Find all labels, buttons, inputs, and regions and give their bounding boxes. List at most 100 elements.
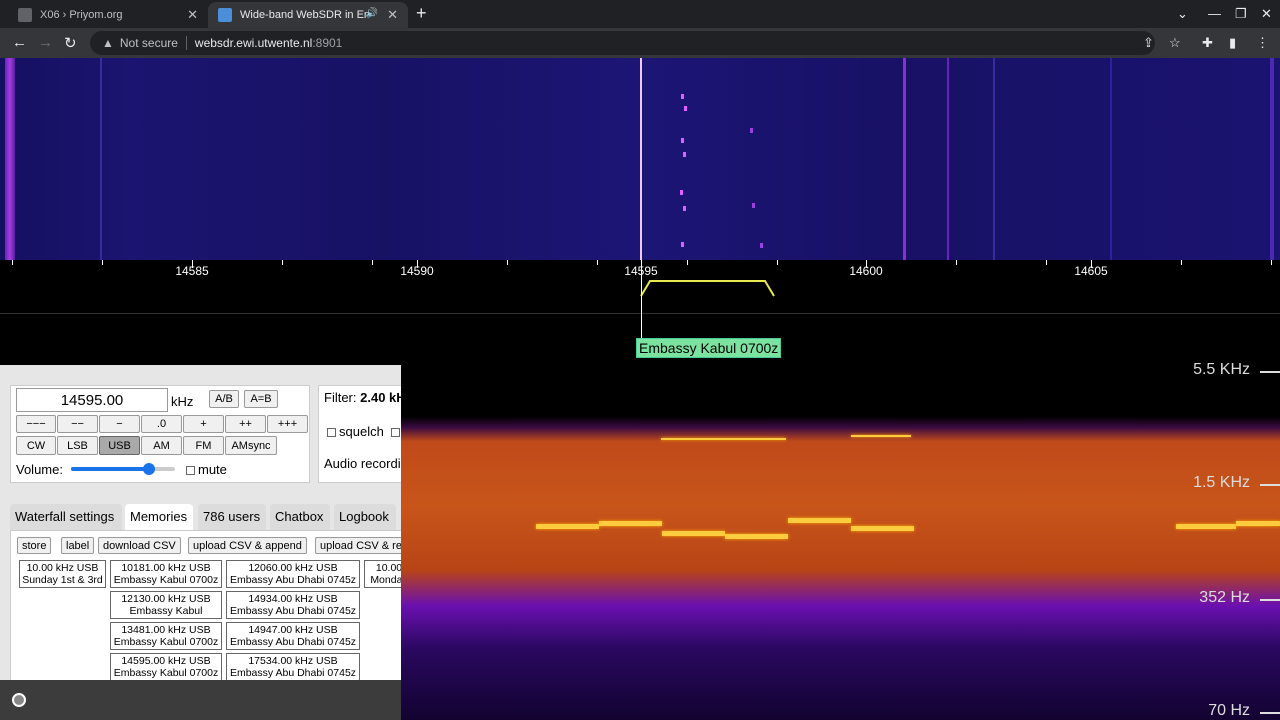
share-icon[interactable]: ⇪: [1143, 35, 1154, 51]
autonotch-checkbox[interactable]: [391, 428, 401, 438]
tab-search-chevron-icon[interactable]: ⌄: [1177, 6, 1188, 22]
step-up-1-button[interactable]: +: [183, 415, 224, 433]
scale-label: 14605: [1074, 264, 1108, 278]
step-down-3-button[interactable]: −−−: [16, 415, 56, 433]
mode-lsb-button[interactable]: LSB: [57, 436, 98, 455]
upload-csv-replace-button[interactable]: upload CSV & re: [315, 537, 401, 554]
tab-chatbox[interactable]: Chatbox: [270, 504, 330, 530]
scale-tick: [597, 260, 598, 265]
priyom-favicon-icon: [18, 8, 32, 22]
tuning-cursor[interactable]: [641, 260, 642, 340]
close-icon[interactable]: ✕: [387, 7, 398, 23]
squelch-row[interactable]: squelch: [327, 424, 401, 439]
memory-entry[interactable]: 13481.00 kHz USB Embassy Kabul 0700z: [110, 622, 222, 650]
memory-entry[interactable]: 10181.00 kHz USB Embassy Kabul 0700z: [110, 560, 222, 588]
scale-tick: [12, 260, 13, 265]
squelch-checkbox[interactable]: [327, 428, 336, 438]
passband-indicator[interactable]: [640, 278, 780, 300]
memory-entry[interactable]: 14934.00 kHz USB Embassy Abu Dhabi 0745z: [226, 591, 360, 619]
download-csv-button[interactable]: download CSV: [98, 537, 181, 554]
scale-tick: [372, 260, 373, 265]
tuned-memory-label[interactable]: Embassy Kabul 0700z: [636, 338, 782, 358]
hz-label: 352 Hz: [1199, 589, 1250, 606]
step-up-2-button[interactable]: ++: [225, 415, 266, 433]
waterfall-signal-dot: [752, 203, 755, 208]
reload-icon[interactable]: ↻: [64, 34, 77, 52]
waterfall-display[interactable]: [0, 58, 1280, 260]
waterfall-signal-dot: [681, 94, 684, 99]
waterfall-signal-dot: [750, 128, 753, 133]
waterfall-signal-dot: [681, 138, 684, 143]
url-port: :8901: [312, 36, 343, 50]
label-memory-button[interactable]: label: [61, 537, 95, 554]
back-arrow-icon[interactable]: ←: [12, 34, 27, 51]
not-secure-label: Not secure: [119, 36, 178, 50]
url-omnibox[interactable]: ▲ Not secure websdr.ewi.utwente.nl :8901: [90, 31, 1155, 55]
hz-label: 5.5 KHz: [1193, 363, 1250, 378]
memory-entry[interactable]: 14947.00 kHz USB Embassy Abu Dhabi 0745z: [226, 622, 360, 650]
launcher-circle-icon[interactable]: [12, 693, 26, 707]
volume-thumb[interactable]: [143, 463, 155, 475]
memory-entry[interactable]: 17534.00 kHz USB Embassy Abu Dhabi 0745z: [226, 653, 360, 680]
tone-segment: [725, 534, 788, 539]
mute-checkbox[interactable]: [186, 466, 195, 476]
control-panel: kHz A/B A=B −−− −− − .0 + ++ +++ CW LSB …: [0, 365, 401, 680]
vfo-copy-button[interactable]: A=B: [244, 390, 278, 408]
waterfall-signal-trace: [5, 58, 15, 260]
upload-csv-append-button[interactable]: upload CSV & append: [188, 537, 307, 554]
volume-slider[interactable]: [71, 463, 175, 475]
websdr-favicon-icon: [218, 8, 232, 22]
restore-icon[interactable]: ❐: [1235, 6, 1247, 22]
mode-fm-button[interactable]: FM: [183, 436, 224, 455]
minimize-icon[interactable]: —: [1208, 6, 1221, 21]
memory-entry[interactable]: 10.00Monday: [364, 560, 401, 588]
memory-entry[interactable]: 12130.00 kHz USB Embassy Kabul: [110, 591, 222, 619]
waterfall-signal-dot: [760, 243, 763, 248]
vfo-swap-button[interactable]: A/B: [209, 390, 239, 408]
waterfall-signal-trace: [640, 58, 642, 260]
kebab-menu-icon[interactable]: ⋮: [1256, 35, 1269, 51]
filter-label: Filter:: [324, 390, 357, 405]
scale-tick: [102, 260, 103, 265]
step-down-1-button[interactable]: −: [99, 415, 140, 433]
round-button[interactable]: .0: [141, 415, 182, 433]
waterfall-signal-dot: [683, 152, 686, 157]
store-memory-button[interactable]: store: [17, 537, 52, 554]
browser-tab-priyom[interactable]: X06 › Priyom.org ✕: [8, 2, 208, 28]
mode-usb-button[interactable]: USB: [99, 436, 140, 455]
tab-logbook[interactable]: Logbook: [334, 504, 396, 530]
tone-segment: [851, 526, 914, 531]
memory-entry[interactable]: 12060.00 kHz USB Embassy Abu Dhabi 0745z: [226, 560, 360, 588]
step-down-2-button[interactable]: −−: [57, 415, 98, 433]
tab-waterfall-settings[interactable]: Waterfall settings: [10, 504, 122, 530]
speaker-icon[interactable]: 🔊: [366, 8, 378, 19]
tone-segment: [599, 521, 662, 526]
side-panel-icon[interactable]: ▮: [1229, 35, 1236, 51]
tab-memories[interactable]: Memories: [125, 504, 193, 530]
tab-title: X06 › Priyom.org: [40, 9, 123, 21]
mode-am-button[interactable]: AM: [141, 436, 182, 455]
new-tab-icon[interactable]: +: [416, 3, 427, 24]
step-up-3-button[interactable]: +++: [267, 415, 308, 433]
browser-tab-websdr[interactable]: Wide-band WebSDR in Ensc 🔊 ✕: [208, 2, 408, 28]
browser-tab-bar: X06 › Priyom.org ✕ Wide-band WebSDR in E…: [0, 0, 1280, 28]
waterfall-signal-trace: [903, 58, 906, 260]
scale-tick: [956, 260, 957, 265]
tab-title: Wide-band WebSDR in Ensc: [240, 9, 370, 21]
frequency-input[interactable]: [16, 388, 168, 412]
memory-entry[interactable]: 14595.00 kHz USB Embassy Kabul 0700z: [110, 653, 222, 680]
tab-users[interactable]: 786 users: [198, 504, 266, 530]
close-window-icon[interactable]: ✕: [1261, 6, 1272, 22]
mute-checkbox-row[interactable]: mute: [186, 462, 227, 477]
frequency-scale[interactable]: 14585 14590 14595 14600 14605: [0, 260, 1280, 315]
memory-entry[interactable]: 10.00 kHz USB Sunday 1st & 3rd: [19, 560, 106, 588]
bookmark-star-icon[interactable]: ☆: [1169, 35, 1181, 51]
volume-label: Volume:: [16, 462, 63, 477]
forward-arrow-icon[interactable]: →: [38, 34, 53, 51]
close-icon[interactable]: ✕: [187, 7, 198, 23]
mode-cw-button[interactable]: CW: [16, 436, 56, 455]
mode-amsync-button[interactable]: AMsync: [225, 436, 277, 455]
memories-panel: store label download CSV upload CSV & ap…: [10, 530, 401, 680]
waterfall-signal-dot: [684, 106, 687, 111]
extensions-puzzle-icon[interactable]: ✚: [1202, 35, 1213, 51]
